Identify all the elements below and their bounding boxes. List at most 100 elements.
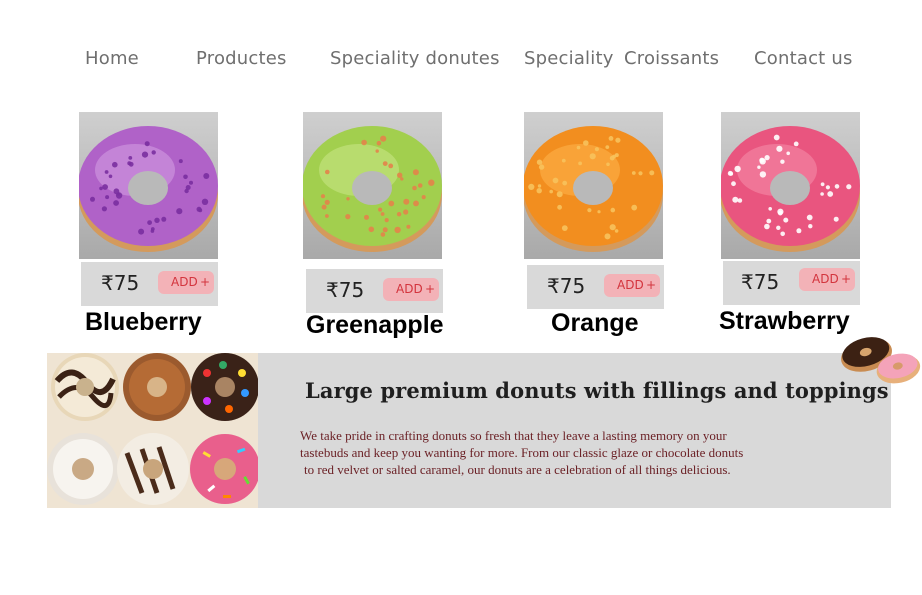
sprinkle <box>406 224 411 229</box>
donut-image-strawberry[interactable] <box>721 112 860 259</box>
sprinkle <box>388 163 394 169</box>
sprinkle <box>589 153 596 160</box>
banner-line: to red velvet or salted caramel, our don… <box>304 462 731 477</box>
add-to-cart-button[interactable]: ADD + <box>799 268 855 291</box>
sprinkle <box>161 216 167 222</box>
add-label: ADD <box>812 272 839 286</box>
sprinkle <box>766 218 772 224</box>
sprinkle <box>827 191 834 197</box>
decorative-donuts-image <box>838 333 922 392</box>
sprinkle <box>610 207 616 213</box>
sprinkle <box>150 229 155 233</box>
nav-speciality[interactable]: Speciality <box>524 48 614 69</box>
nav-home[interactable]: Home <box>85 48 139 69</box>
sprinkle <box>198 208 203 213</box>
price-bar: ₹75 ADD + <box>723 261 860 305</box>
sprinkle <box>403 198 410 205</box>
nav-contact-us[interactable]: Contact us <box>754 48 853 69</box>
sprinkle <box>102 184 108 190</box>
donut-image-blueberry[interactable] <box>79 112 218 259</box>
sprinkle <box>113 188 120 195</box>
nav-productes[interactable]: Productes <box>196 48 287 69</box>
donut-image-orange[interactable] <box>524 112 663 259</box>
sprinkle <box>325 214 329 218</box>
sprinkle <box>806 214 813 221</box>
sprinkle <box>631 171 636 175</box>
sprinkle <box>834 184 840 189</box>
banner-description: We take pride in crafting donuts so fres… <box>300 427 810 478</box>
price-bar: ₹75 ADD + <box>527 265 664 309</box>
product-name: Blueberry <box>85 308 202 336</box>
sprinkle <box>368 226 375 233</box>
sprinkle <box>556 191 563 198</box>
sprinkle <box>759 171 767 178</box>
sprinkle <box>428 179 435 186</box>
sprinkle <box>380 212 385 216</box>
collage-donut-candy <box>191 353 258 421</box>
sprinkle <box>614 229 619 233</box>
sprinkle <box>594 147 599 152</box>
sprinkle <box>138 228 145 235</box>
sprinkle <box>609 224 616 231</box>
donut-hole <box>770 171 810 205</box>
sprinkle <box>604 233 611 240</box>
product-name: Greenapple <box>306 311 444 339</box>
add-to-cart-button[interactable]: ADD + <box>158 271 214 294</box>
sprinkle <box>536 159 543 165</box>
sprinkle <box>833 216 839 222</box>
price: ₹75 <box>741 270 780 294</box>
sprinkle <box>605 145 610 149</box>
sprinkle <box>597 210 601 214</box>
sprinkle <box>528 183 535 190</box>
sprinkle <box>141 151 149 158</box>
sprinkle <box>346 197 350 201</box>
sprinkle <box>606 162 610 167</box>
sprinkle <box>734 165 741 173</box>
add-to-cart-button[interactable]: ADD + <box>604 274 660 297</box>
product-name: Strawberry <box>719 307 850 335</box>
collage-donut-sugar <box>47 433 119 505</box>
sprinkle <box>178 159 183 164</box>
sprinkle <box>364 214 369 220</box>
sprinkle <box>773 134 780 141</box>
sprinkle <box>780 231 785 237</box>
sprinkle <box>614 153 619 158</box>
sprinkle <box>113 200 119 206</box>
sprinkle <box>759 157 765 163</box>
donut-hole <box>352 171 392 205</box>
sprinkle <box>413 200 419 207</box>
sprinkle <box>203 173 210 179</box>
sprinkle <box>189 180 193 185</box>
banner-line: We take pride in crafting donuts so fres… <box>300 428 727 443</box>
sprinkle <box>631 204 638 211</box>
sprinkle <box>731 181 736 187</box>
sprinkle <box>561 158 566 163</box>
sprinkle <box>757 165 761 169</box>
sprinkle <box>587 208 592 213</box>
donut-image-greenapple[interactable] <box>303 112 442 259</box>
sprinkle <box>403 209 409 215</box>
sprinkle <box>583 140 589 146</box>
sprinkle <box>417 183 423 188</box>
sprinkle <box>154 217 160 223</box>
sprinkle <box>783 217 789 223</box>
sprinkle <box>375 149 379 153</box>
sprinkle <box>183 174 188 180</box>
sprinkle <box>777 208 784 215</box>
nav-speciality-donutes[interactable]: Speciality donutes <box>330 48 500 69</box>
nav-croissants[interactable]: Croissants <box>624 48 719 69</box>
sprinkle <box>764 155 770 161</box>
sprinkle <box>324 199 330 205</box>
donut-collage-image <box>47 353 258 508</box>
add-to-cart-button[interactable]: ADD + <box>383 278 439 301</box>
plus-icon: + <box>645 278 656 292</box>
sprinkle <box>396 212 402 217</box>
sprinkle <box>345 214 351 220</box>
sprinkle <box>615 137 621 143</box>
collage-donut-chocolate-drizzle <box>51 353 119 421</box>
add-label: ADD <box>171 275 198 289</box>
sprinkle <box>201 198 209 205</box>
sprinkle <box>105 195 110 200</box>
price-bar: ₹75 ADD + <box>306 269 443 313</box>
sprinkle <box>649 170 655 176</box>
